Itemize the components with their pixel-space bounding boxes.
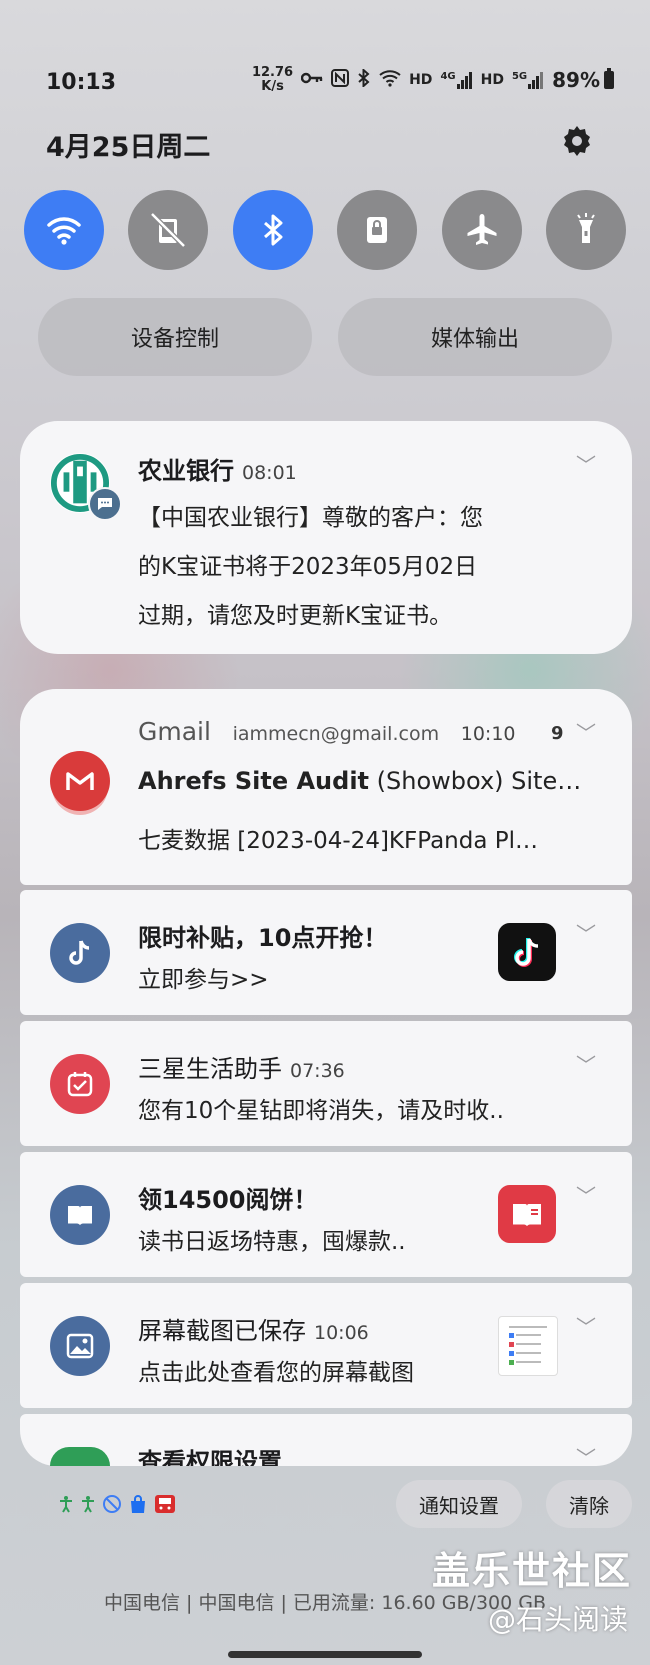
notification-title: 查看权限设置 [138, 1448, 282, 1466]
bluetooth-icon [263, 214, 283, 246]
notification-body-line: 【中国农业银行】尊敬的客户：您 [138, 505, 483, 531]
notification-body: 读书日返场特惠，囤爆款.. [138, 1229, 406, 1255]
panel-shortcuts: 设备控制 媒体输出 [38, 298, 612, 376]
notification-count-badge: 9 [551, 723, 564, 744]
screenshot-thumbnail [498, 1316, 558, 1376]
device-control-button[interactable]: 设备控制 [38, 298, 312, 376]
book-app-icon [50, 1185, 110, 1245]
battery-indicator: 89% [552, 68, 614, 92]
shopping-bag-icon [128, 1494, 148, 1519]
settings-gear-icon[interactable] [560, 124, 594, 167]
date-label: 4月25日周二 [46, 132, 211, 163]
hd-icon: HD [409, 72, 433, 88]
notification-body: 您有10个星钻即将消失，请及时收.. [138, 1098, 504, 1124]
quick-settings-row [24, 190, 626, 270]
chevron-down-icon[interactable]: ﹀ [576, 449, 596, 478]
key-icon [300, 71, 323, 89]
notification-title: 屏幕截图已保存 10:06 [138, 1317, 369, 1345]
flashlight-toggle[interactable] [545, 190, 626, 270]
gmail-app-icon [50, 751, 110, 811]
status-time: 10:13 [46, 70, 117, 95]
accessibility-icon [80, 1495, 96, 1518]
wifi-icon [379, 69, 401, 91]
chevron-down-icon[interactable]: ﹀ [576, 1049, 596, 1078]
home-indicator[interactable] [228, 1651, 422, 1658]
reader-logo-icon [498, 1185, 556, 1243]
signal-5g-icon: 5G [512, 71, 544, 89]
screen-lock-toggle[interactable] [337, 190, 418, 270]
chevron-down-icon[interactable]: ﹀ [576, 717, 596, 746]
notification-header: Gmail iammecn@gmail.com 10:10 [138, 717, 516, 746]
wifi-toggle[interactable] [24, 190, 104, 270]
chevron-down-icon[interactable]: ﹀ [576, 1311, 596, 1340]
hd-icon: HD [480, 72, 504, 88]
battery-icon [604, 68, 614, 89]
lock-icon [367, 217, 388, 243]
bluetooth-toggle[interactable] [232, 190, 313, 270]
chevron-down-icon[interactable]: ﹀ [576, 918, 596, 947]
auto-rotate-toggle[interactable] [128, 190, 209, 270]
blocked-icon [102, 1494, 122, 1519]
hidden-notification-icons [58, 1494, 176, 1519]
clear-all-button[interactable]: 清除 [546, 1480, 632, 1528]
message-badge-icon [88, 487, 122, 521]
tiktok-logo-icon [498, 923, 556, 981]
notification-title: 限时补贴，10点开抢！ [138, 924, 388, 952]
notification-body: 点击此处查看您的屏幕截图 [138, 1360, 414, 1386]
douyin-app-icon [50, 923, 110, 983]
train-icon [154, 1494, 176, 1519]
samsung-assistant-app-icon [50, 1054, 110, 1114]
notification-permissions[interactable]: 查看权限设置 ﹀ [20, 1414, 632, 1470]
notification-screenshot[interactable]: 屏幕截图已保存 10:06 点击此处查看您的屏幕截图 ﹀ [20, 1283, 632, 1408]
notification-gmail[interactable]: Gmail iammecn@gmail.com 10:10 9 ﹀ Ahrefs… [20, 689, 632, 885]
airplane-icon [467, 214, 497, 245]
flashlight-icon [577, 213, 595, 243]
media-output-button[interactable]: 媒体输出 [338, 298, 612, 376]
notification-body-line: 的K宝证书将于2023年05月02日 [138, 554, 478, 580]
notification-samsung-assistant[interactable]: 三星生活助手 07:36 您有10个星钻即将消失，请及时收.. ﹀ [20, 1021, 632, 1146]
watermark-title: 盖乐世社区 [431, 1549, 632, 1593]
notification-title: 农业银行 08:01 [138, 457, 297, 485]
notification-body-line: 过期，请您及时更新K宝证书。 [138, 603, 453, 629]
notification-body: 立即参与>> [138, 967, 269, 993]
email-snippet: 七麦数据 [2023-04-24]KFPanda Pl… [138, 828, 539, 854]
chevron-down-icon[interactable]: ﹀ [576, 1180, 596, 1209]
airplane-mode-toggle[interactable] [441, 190, 522, 270]
rotate-lock-icon [150, 212, 187, 248]
nfc-icon [331, 69, 350, 91]
network-speed: 12.76 K/s [251, 65, 294, 94]
permissions-app-icon [50, 1447, 110, 1466]
notification-reader[interactable]: 领14500阅饼！ 读书日返场特惠，囤爆款.. ﹀ [20, 1152, 632, 1277]
chevron-down-icon[interactable]: ﹀ [576, 1442, 596, 1471]
notification-title: 领14500阅饼！ [138, 1186, 318, 1214]
notification-abc-bank[interactable]: 农业银行 08:01 ﹀ 【中国农业银行】尊敬的客户：您 的K宝证书将于2023年… [20, 421, 632, 654]
status-bar-icons: 12.76 K/s HD 4G HD 5G 89% [252, 66, 614, 94]
gallery-app-icon [50, 1316, 110, 1376]
email-subject: Ahrefs Site Audit (Showbox) Site… [138, 767, 582, 795]
accessibility-icon [58, 1495, 74, 1518]
wifi-icon [47, 217, 81, 245]
signal-4g-icon: 4G [440, 71, 472, 89]
notification-douyin[interactable]: 限时补贴，10点开抢！ 立即参与>> ﹀ [20, 890, 632, 1015]
bluetooth-icon [357, 67, 371, 91]
watermark-author: @石头阅读 [487, 1603, 628, 1636]
notification-settings-button[interactable]: 通知设置 [396, 1480, 522, 1528]
notification-title: 三星生活助手 07:36 [138, 1055, 345, 1083]
